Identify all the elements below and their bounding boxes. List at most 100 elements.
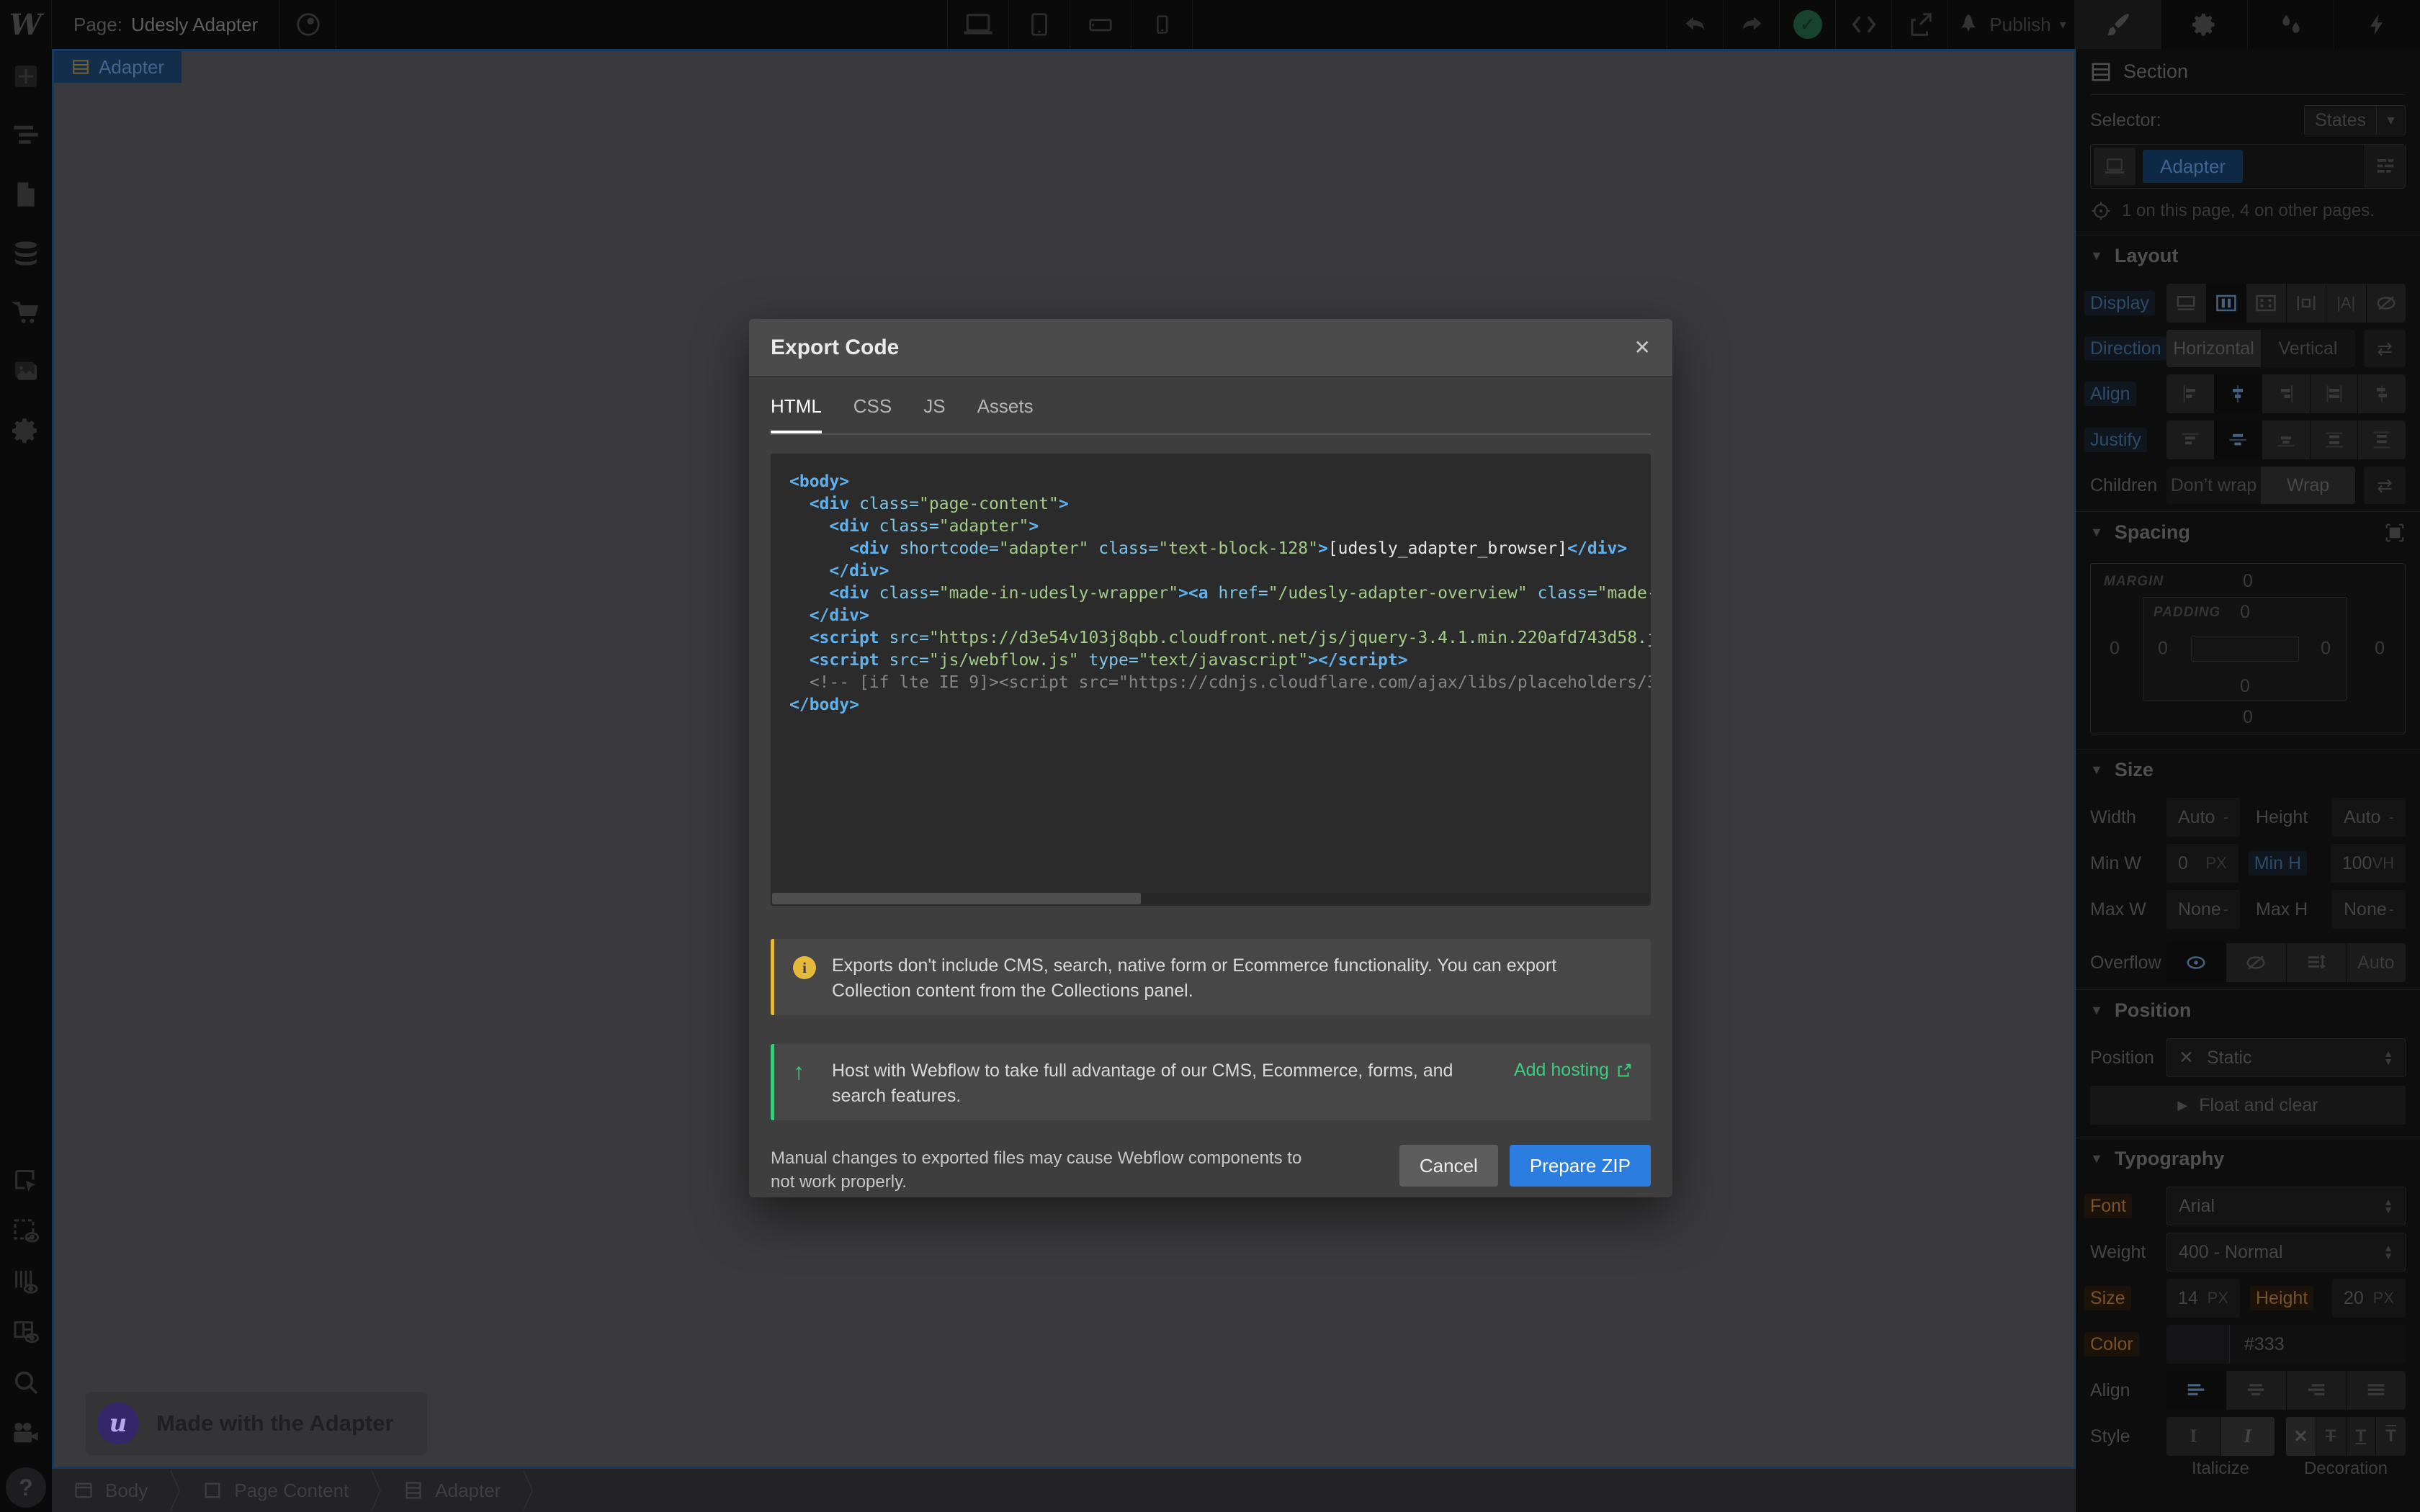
align-baseline-icon[interactable] [2358, 374, 2406, 413]
navigator-button[interactable] [10, 120, 42, 151]
prepare-zip-button[interactable]: Prepare ZIP [1510, 1145, 1651, 1187]
underline-icon[interactable]: T [2347, 1417, 2377, 1456]
breadcrumb-page-content[interactable]: Page Content [181, 1469, 370, 1512]
padding-right-value[interactable]: 0 [2321, 639, 2331, 660]
spacing-section-header[interactable]: ▼ Spacing [2076, 511, 2420, 553]
padding-left-value[interactable]: 0 [2158, 639, 2168, 660]
interactions-panel-toggle[interactable] [2247, 0, 2334, 49]
direction-horizontal[interactable]: Horizontal [2166, 330, 2261, 367]
breakpoint-phone[interactable] [1131, 0, 1193, 49]
justify-space-between-icon[interactable] [2311, 420, 2359, 459]
align-left-icon[interactable] [2166, 1371, 2226, 1410]
page-picker[interactable]: Page: Udesly Adapter [52, 0, 280, 49]
float-and-clear-toggle[interactable]: ▶ Float and clear [2090, 1086, 2406, 1125]
overflow-scroll-icon[interactable] [2287, 943, 2347, 982]
position-section-header[interactable]: ▼ Position [2076, 989, 2420, 1031]
style-panel-toggle[interactable] [2074, 0, 2161, 49]
spacing-editor[interactable]: MARGIN 0 0 0 0 PADDING 0 0 0 0 [2090, 563, 2406, 734]
overflow-hidden-eye-slash-icon[interactable] [2226, 943, 2286, 982]
add-element-button[interactable] [10, 60, 42, 92]
direction-vertical[interactable]: Vertical [2261, 330, 2355, 367]
line-height-input[interactable]: 20PX [2332, 1279, 2406, 1318]
assets-button[interactable] [10, 356, 42, 387]
breakpoint-desktop[interactable] [948, 0, 1009, 49]
height-input[interactable]: Auto- [2332, 798, 2406, 837]
reverse-icon[interactable]: ⇄ [2364, 330, 2406, 367]
preview-toggle[interactable] [280, 0, 336, 49]
class-list-icon[interactable] [2365, 145, 2405, 188]
margin-right-value[interactable]: 0 [2375, 639, 2385, 660]
color-swatch[interactable] [2166, 1325, 2230, 1364]
states-dropdown[interactable]: States ▼ [2304, 105, 2406, 135]
justify-space-around-icon[interactable] [2358, 420, 2406, 459]
children-dont-wrap[interactable]: Don’t wrap [2166, 467, 2261, 504]
class-chip[interactable]: Adapter [2143, 150, 2243, 183]
tab-css[interactable]: CSS [853, 395, 892, 433]
display-none-icon[interactable] [2367, 284, 2406, 323]
ecommerce-button[interactable] [10, 297, 42, 328]
display-grid-icon[interactable] [2246, 284, 2287, 323]
max-h-input[interactable]: None- [2332, 890, 2406, 929]
guides-button[interactable] [10, 1266, 42, 1297]
select-cursor-button[interactable] [10, 1165, 42, 1197]
font-dropdown[interactable]: Arial ▲▼ [2166, 1187, 2406, 1225]
made-with-adapter-badge[interactable]: u Made with the Adapter [86, 1392, 427, 1455]
align-center-text-icon[interactable] [2226, 1371, 2286, 1410]
close-icon[interactable]: ✕ [1634, 336, 1651, 359]
tab-html[interactable]: HTML [771, 395, 822, 433]
undo-button[interactable] [1667, 0, 1723, 49]
typography-section-header[interactable]: ▼ Typography [2076, 1138, 2420, 1179]
spacing-settings-icon[interactable] [2384, 522, 2406, 544]
margin-left-value[interactable]: 0 [2110, 639, 2120, 660]
layouts-button[interactable] [10, 1316, 42, 1348]
pages-button[interactable] [10, 179, 42, 210]
tab-assets[interactable]: Assets [977, 395, 1034, 433]
color-input[interactable]: #333 [2166, 1325, 2406, 1364]
width-input[interactable]: Auto- [2166, 798, 2240, 837]
align-center-icon[interactable] [2215, 374, 2263, 413]
breadcrumb-body[interactable]: Body [52, 1469, 169, 1512]
display-flex-icon[interactable] [2207, 284, 2247, 323]
overflow-auto[interactable]: Auto [2347, 943, 2406, 982]
search-button[interactable] [10, 1367, 42, 1398]
animations-panel-toggle[interactable] [2334, 0, 2420, 49]
display-block-icon[interactable] [2166, 284, 2207, 323]
class-selector-input[interactable]: Adapter [2090, 144, 2406, 189]
min-w-input[interactable]: 0PX [2166, 844, 2238, 883]
tab-js[interactable]: JS [923, 395, 945, 433]
export-code-button[interactable] [1835, 0, 1891, 49]
decoration-none-icon[interactable]: ✕ [2286, 1417, 2316, 1456]
selected-element-chip[interactable]: Adapter [54, 51, 182, 83]
layout-section-header[interactable]: ▼ Layout [2076, 235, 2420, 276]
align-end-icon[interactable] [2262, 374, 2311, 413]
cancel-button[interactable]: Cancel [1399, 1145, 1498, 1187]
min-h-input[interactable]: 100VH [2331, 844, 2406, 883]
children-wrap[interactable]: Wrap [2261, 467, 2355, 504]
margin-top-value[interactable]: 0 [2243, 571, 2253, 592]
justify-center-icon[interactable] [2215, 420, 2263, 459]
video-tutorials-button[interactable] [10, 1417, 42, 1449]
padding-bottom-value[interactable]: 0 [2240, 676, 2250, 697]
weight-dropdown[interactable]: 400 - Normal ▲▼ [2166, 1233, 2406, 1272]
margin-bottom-value[interactable]: 0 [2243, 707, 2253, 728]
max-w-input[interactable]: None- [2166, 890, 2240, 929]
font-size-input[interactable]: 14PX [2166, 1279, 2240, 1318]
settings-panel-toggle[interactable] [2161, 0, 2247, 49]
align-justify-icon[interactable] [2347, 1371, 2406, 1410]
overflow-visible-eye-icon[interactable] [2166, 943, 2226, 982]
position-dropdown[interactable]: ✕ Static ▲▼ [2166, 1038, 2406, 1077]
align-right-icon[interactable] [2287, 1371, 2347, 1410]
webflow-logo[interactable]: W [0, 0, 52, 49]
padding-top-value[interactable]: 0 [2240, 602, 2250, 623]
breakpoint-phone-landscape[interactable] [1070, 0, 1131, 49]
display-inline-icon[interactable]: |A| [2326, 284, 2367, 323]
settings-button[interactable] [10, 415, 42, 446]
code-area[interactable]: <body> <div class="page-content"> <div c… [771, 454, 1651, 906]
horizontal-scrollbar[interactable] [772, 893, 1649, 904]
scrollbar-thumb[interactable] [772, 893, 1141, 904]
italic-off-icon[interactable]: I [2166, 1417, 2221, 1456]
overline-icon[interactable]: T [2376, 1417, 2406, 1456]
edit-mode-button[interactable] [10, 1215, 42, 1247]
add-hosting-link[interactable]: Add hosting [1514, 1060, 1632, 1081]
size-section-header[interactable]: ▼ Size [2076, 749, 2420, 791]
